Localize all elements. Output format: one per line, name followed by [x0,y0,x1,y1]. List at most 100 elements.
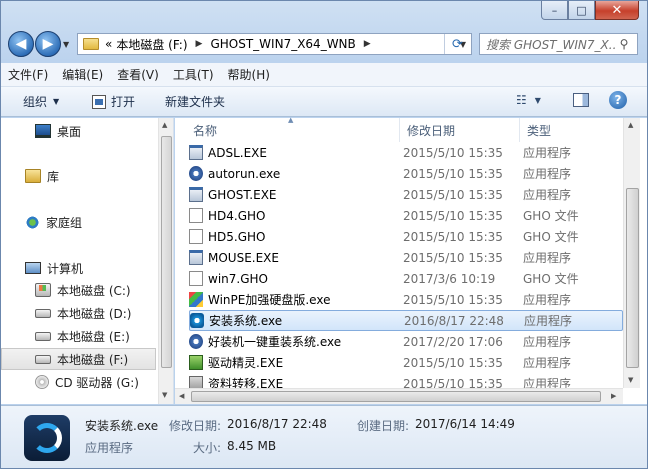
menu-tools[interactable]: 工具(T) [173,66,214,83]
file-name: autorun.exe [208,166,281,181]
navigation-pane: 桌面 库 家庭组 计算机 本地磁盘 (C:) 本地磁盘 (D:) 本地磁盘 (E… [1,118,174,404]
folder-icon [83,38,99,50]
nav-item-homegroup[interactable]: 家庭组 [1,211,156,233]
open-button[interactable]: 打开 [92,93,135,110]
file-name-cell: WinPE加强硬盘版.exe [189,291,401,308]
chevron-down-icon: ▼ [534,95,541,105]
file-name: GHOST.EXE [208,187,277,202]
cd-drive-icon [35,375,49,389]
details-modified-value: 2016/8/17 22:48 [227,417,327,431]
scroll-up-icon[interactable]: ▲ [628,121,633,129]
file-row[interactable]: MOUSE.EXE 2015/5/10 15:35 应用程序 [189,247,623,268]
column-header-name[interactable]: ▲ 名称 [175,116,400,142]
view-icon: ☷ [516,93,527,107]
chevron-down-icon: ▼ [53,97,60,106]
nav-item-drive-f[interactable]: 本地磁盘 (F:) [1,348,156,370]
nav-item-desktop[interactable]: 桌面 [1,120,156,142]
nav-item-label: 家庭组 [46,215,83,230]
gho-file-icon [189,229,203,244]
file-row[interactable]: win7.GHO 2017/3/6 10:19 GHO 文件 [189,268,623,289]
nav-item-computer[interactable]: 计算机 [1,257,156,279]
file-list-horizontal-scrollbar[interactable]: ◀ ▶ [175,388,623,404]
nav-item-label: 本地磁盘 (D:) [57,306,132,321]
file-name-cell: 好装机一键重装系统.exe [189,333,401,350]
file-row[interactable]: autorun.exe 2015/5/10 15:35 应用程序 [189,163,623,184]
open-label: 打开 [111,95,136,109]
file-name: 安装系统.exe [209,314,283,328]
horizontal-scroll-thumb[interactable] [191,391,601,402]
nav-item-drive-c[interactable]: 本地磁盘 (C:) [1,279,156,301]
file-date: 2015/5/10 15:35 [403,292,503,307]
file-date: 2017/3/6 10:19 [403,271,496,286]
command-bar: 组织 ▼ 打开 新建文件夹 ☷ ▼ ? [1,87,647,117]
gear-icon [189,166,203,181]
details-created-value: 2017/6/14 14:49 [415,417,515,431]
column-header-type[interactable]: 类型 [520,118,623,142]
menu-edit[interactable]: 编辑(E) [62,66,103,83]
menu-file[interactable]: 文件(F) [8,66,48,83]
recent-pages-dropdown[interactable]: ▼ [63,40,69,49]
new-folder-button[interactable]: 新建文件夹 [165,93,225,110]
close-button[interactable]: ✕ [595,1,639,20]
file-list-vertical-scrollbar[interactable]: ▲ ▼ [623,118,640,388]
nav-item-label: 本地磁盘 (F:) [57,352,129,367]
file-row[interactable]: 好装机一键重装系统.exe 2017/2/20 17:06 应用程序 [189,331,623,352]
file-type: GHO 文件 [523,230,579,244]
nav-item-libraries[interactable]: 库 [1,165,156,187]
refresh-icon[interactable]: ⟳ [444,34,470,54]
preview-pane-button[interactable] [573,93,589,107]
library-icon [25,169,41,183]
setup-icon [190,313,204,328]
new-folder-label: 新建文件夹 [165,95,226,109]
file-row[interactable]: HD4.GHO 2015/5/10 15:35 GHO 文件 [189,205,623,226]
search-icon[interactable]: ⚲ [616,37,632,51]
back-button[interactable]: ◀ [8,31,34,57]
chevron-right-icon[interactable]: ▶ [364,39,371,49]
details-file-type: 应用程序 [85,441,134,455]
help-icon[interactable]: ? [609,91,627,109]
file-type: 应用程序 [524,314,573,328]
column-date-label: 修改日期 [407,123,456,138]
breadcrumb-current-folder[interactable]: GHOST_WIN7_X64_WNB [210,37,355,51]
scroll-down-icon[interactable]: ▼ [162,391,167,399]
nav-item-cd-drive[interactable]: CD 驱动器 (G:) [1,371,156,393]
menu-help[interactable]: 帮助(H) [228,66,270,83]
file-type: 应用程序 [523,356,572,370]
scroll-right-icon[interactable]: ▶ [611,392,616,400]
details-created-label: 创建日期: [357,419,410,433]
forward-button[interactable]: ▶ [35,31,61,57]
drive-icon [35,308,51,318]
breadcrumb-drive-f[interactable]: 本地磁盘 (F:) [116,36,187,53]
breadcrumb-overflow[interactable]: « [105,37,112,51]
nav-scrollbar[interactable]: ▲ ▼ [158,118,173,404]
vertical-scroll-thumb[interactable] [626,188,639,368]
file-row[interactable]: WinPE加强硬盘版.exe 2015/5/10 15:35 应用程序 [189,289,623,310]
minimize-button[interactable]: – [541,1,568,20]
organize-button[interactable]: 组织 ▼ [23,93,59,110]
file-row[interactable]: GHOST.EXE 2015/5/10 15:35 应用程序 [189,184,623,205]
drive-icon [35,331,51,341]
address-bar[interactable]: « 本地磁盘 (F:) ▶ GHOST_WIN7_X64_WNB ▶ ▼ [77,33,472,55]
file-list-pane: ▲ 名称 修改日期 类型 ADSL.EXE 2015/5/10 15:35 应用程序… [175,116,647,404]
computer-icon [25,262,41,274]
scroll-down-icon[interactable]: ▼ [628,376,633,384]
scroll-up-icon[interactable]: ▲ [162,121,167,129]
file-row[interactable]: HD5.GHO 2015/5/10 15:35 GHO 文件 [189,226,623,247]
file-name: ADSL.EXE [208,145,267,160]
change-view-button[interactable]: ☷ ▼ [516,93,541,107]
nav-scroll-thumb[interactable] [161,136,172,368]
column-header-date[interactable]: 修改日期 [400,118,520,142]
menu-view[interactable]: 查看(V) [117,66,159,83]
file-row[interactable]: 驱动精灵.EXE 2015/5/10 15:35 应用程序 [189,352,623,373]
nav-item-label: 本地磁盘 (E:) [57,329,130,344]
gho-file-icon [189,271,203,286]
file-date: 2015/5/10 15:35 [403,166,503,181]
nav-item-drive-d[interactable]: 本地磁盘 (D:) [1,302,156,324]
nav-item-drive-e[interactable]: 本地磁盘 (E:) [1,325,156,347]
file-row[interactable]: ADSL.EXE 2015/5/10 15:35 应用程序 [189,142,623,163]
chevron-right-icon[interactable]: ▶ [196,39,203,49]
file-row[interactable]: 安装系统.exe 2016/8/17 22:48 应用程序 [189,310,623,331]
search-input[interactable]: 搜索 GHOST_WIN7_X... ⚲ [479,33,638,55]
scroll-left-icon[interactable]: ◀ [179,392,184,400]
maximize-button[interactable]: □ [568,1,595,20]
